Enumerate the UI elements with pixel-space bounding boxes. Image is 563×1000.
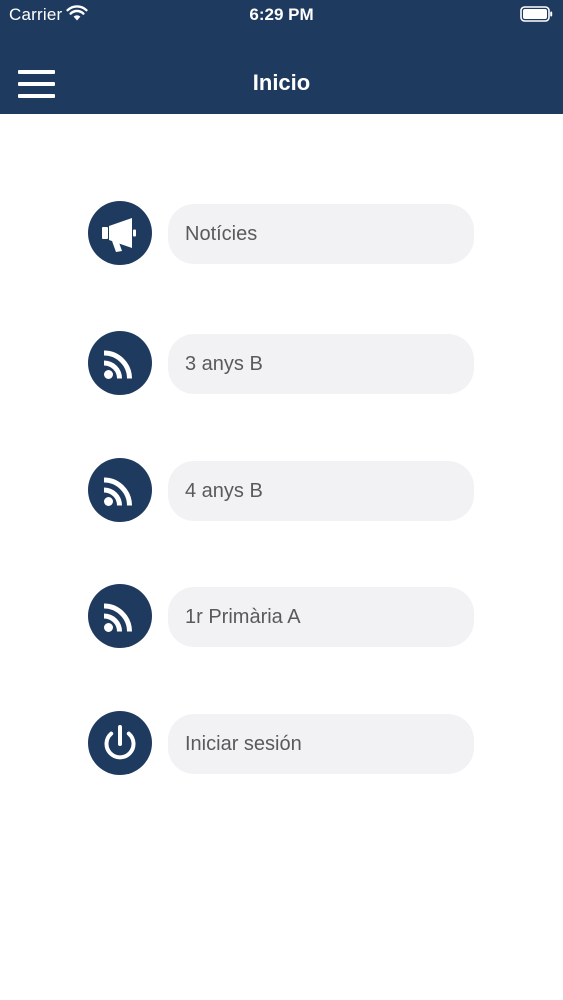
menu-item-icon-circle (88, 584, 152, 648)
rss-icon (103, 603, 132, 632)
menu-item-icon-circle (88, 458, 152, 522)
power-icon (104, 725, 136, 760)
top-bar: Carrier 6:29 PM Inicio (0, 0, 563, 114)
menu-item-icon-circle (88, 711, 152, 775)
megaphone-icon (102, 218, 136, 252)
menu-item-icon-circle (88, 201, 152, 265)
status-time: 6:29 PM (249, 5, 314, 24)
page-title: Inicio (252, 70, 311, 95)
menu-item-1r-primaria-a[interactable]: 1r Primària A (88, 584, 478, 650)
menu-item-label: Iniciar sesión (168, 714, 474, 774)
menu-item-4-anys-b[interactable]: 4 anys B (88, 458, 478, 524)
nav-bar: Inicio (0, 52, 563, 114)
menu-item-label: 3 anys B (168, 334, 474, 394)
status-bar: Carrier 6:29 PM (0, 0, 563, 30)
menu-item-3-anys-b[interactable]: 3 anys B (88, 331, 478, 397)
menu-item-label: 1r Primària A (168, 587, 474, 647)
battery-icon (520, 6, 553, 22)
rss-icon (103, 350, 132, 379)
menu-item-label: Notícies (168, 204, 474, 264)
menu-item-noticies[interactable]: Notícies (88, 201, 478, 267)
rss-icon (103, 477, 132, 506)
menu-item-label: 4 anys B (168, 461, 474, 521)
menu-item-icon-circle (88, 331, 152, 395)
menu-item-iniciar-sesion[interactable]: Iniciar sesión (88, 711, 478, 777)
